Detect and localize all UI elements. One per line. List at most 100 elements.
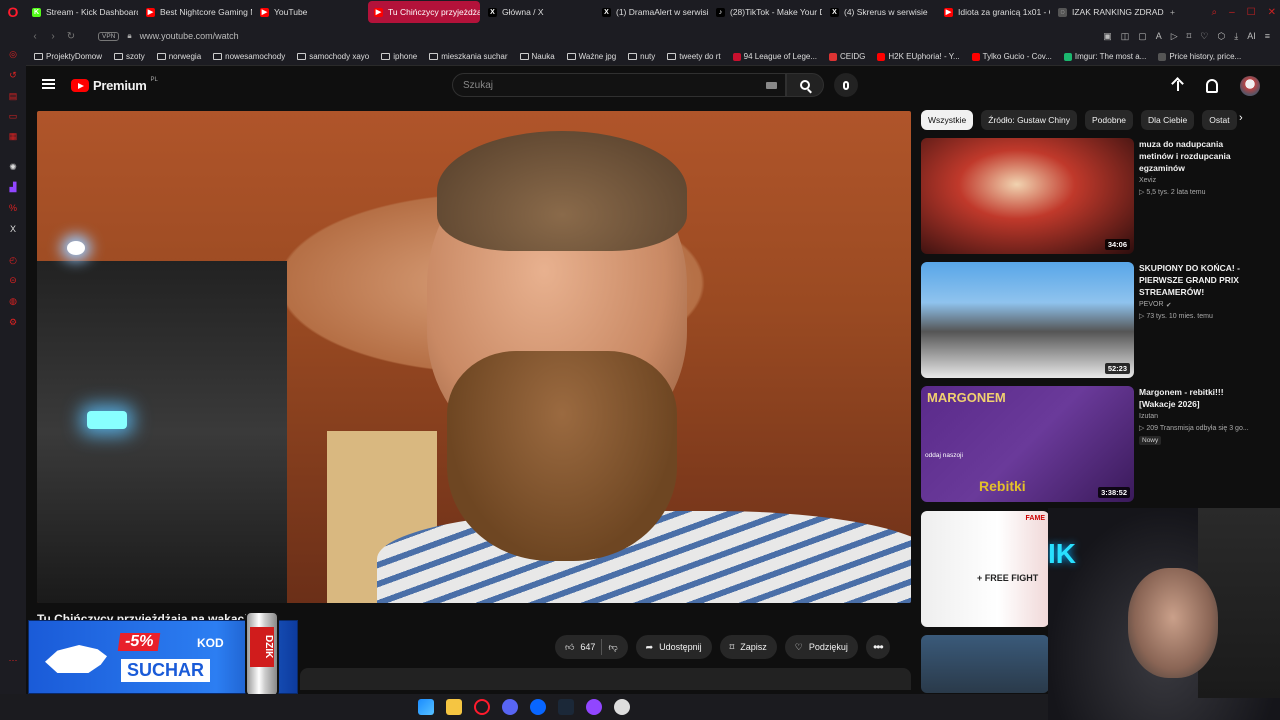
browser-tab[interactable]: K Stream - Kick Dashboard	[26, 1, 138, 23]
search-input[interactable]: Szukaj	[452, 73, 786, 97]
browser-tab[interactable]: ▶ Idiota za granicą 1x01 - C	[938, 1, 1050, 23]
video-thumbnail[interactable]: FAME + FREE FIGHT	[921, 511, 1049, 627]
recommended-video[interactable]: 52:23 SKUPIONY DO KOŃCA! - PIERWSZE GRAND…	[921, 262, 1251, 382]
new-tab-button[interactable]: +	[1164, 1, 1181, 23]
recommended-video[interactable]: 34:06 muza do nadupcania metinów i rozdup…	[921, 138, 1251, 258]
channel-name[interactable]: Xeviz	[1139, 177, 1156, 184]
chevron-right-icon[interactable]: ›	[1239, 112, 1253, 128]
bookmark-item[interactable]: H2K EUphoria! - Y...	[877, 52, 960, 61]
bookmark-item[interactable]: Price history, price...	[1158, 52, 1241, 61]
filter-chip[interactable]: Dla Ciebie	[1141, 110, 1195, 130]
translate-icon[interactable]: A	[1156, 31, 1162, 42]
calendar-icon[interactable]: ▦	[7, 130, 19, 142]
start-menu-icon[interactable]	[418, 699, 434, 715]
filter-chip[interactable]: Podobne	[1084, 110, 1134, 130]
opera-taskbar-icon[interactable]	[474, 699, 490, 715]
search-button[interactable]	[786, 73, 824, 97]
notifications-bell-icon[interactable]	[1206, 79, 1218, 93]
bookmark-item[interactable]: szoty	[114, 52, 145, 61]
bookmark-item[interactable]: nuty	[628, 52, 655, 61]
browser-tab[interactable]: ◌ IZAK RANKING ZDRADZA	[1052, 1, 1164, 23]
like-count[interactable]: 647	[580, 642, 595, 652]
chatgpt-icon[interactable]: ✺	[7, 161, 19, 173]
filter-chip[interactable]: Wszystkie	[921, 110, 974, 130]
chat-icon[interactable]: ◍	[7, 295, 19, 307]
maximize-button[interactable]: ☐	[1247, 7, 1256, 18]
play-icon[interactable]: ▷	[1171, 31, 1178, 42]
file-explorer-icon[interactable]	[446, 699, 462, 715]
snapshot-icon[interactable]: ◫	[1121, 31, 1130, 42]
avatar[interactable]	[1240, 76, 1260, 96]
close-window-button[interactable]: ✕	[1268, 7, 1276, 18]
bookmark-item[interactable]: Tylko Gucio - Cov...	[971, 52, 1052, 61]
chrome-icon[interactable]	[614, 699, 630, 715]
bookmark-item[interactable]: Ważne jpg	[566, 52, 616, 61]
browser-tab[interactable]: X Główna / X	[482, 1, 594, 23]
thanks-button[interactable]: ♡ Podziękuj	[784, 635, 858, 659]
bookmark-item[interactable]: Nauka	[519, 52, 555, 61]
sidebar-more-icon[interactable]: ⋯	[7, 654, 19, 666]
back-icon[interactable]: ‹	[26, 31, 44, 42]
ai-button[interactable]: AI	[1247, 31, 1256, 42]
browser-tab[interactable]: ▶ Best Nightcore Gaming M	[140, 1, 252, 23]
flow-icon[interactable]: ⊝	[7, 274, 19, 286]
video-player[interactable]	[37, 111, 911, 603]
bookmark-item[interactable]: ProjektyDomow	[34, 52, 102, 61]
bookmark-item[interactable]: Imgur: The most a...	[1063, 52, 1146, 61]
tab-icon[interactable]: ▢	[1138, 31, 1147, 42]
minimize-button[interactable]: –	[1229, 7, 1235, 18]
forward-icon[interactable]: ›	[44, 31, 62, 42]
search-tabs-icon[interactable]: ⌕	[1211, 7, 1217, 18]
extensions-icon[interactable]: ⬡	[1217, 31, 1225, 42]
lock-sidebar-icon[interactable]: ▤	[7, 90, 19, 102]
bookmark-item[interactable]: CEIDG	[829, 52, 865, 61]
bookmark-icon[interactable]: ⌑	[1187, 31, 1192, 42]
like-icon[interactable]: 👍︎	[565, 642, 574, 653]
camera-icon[interactable]: ▣	[1103, 31, 1112, 42]
messenger-taskbar-icon[interactable]	[530, 699, 546, 715]
settings-icon[interactable]: ⚙	[7, 316, 19, 328]
download-icon[interactable]: ⤓	[1234, 31, 1238, 42]
bookmark-item[interactable]: 94 League of Lege...	[732, 52, 817, 61]
menu-icon[interactable]: ≡	[1265, 31, 1270, 42]
steam-icon[interactable]	[558, 699, 574, 715]
messenger-icon[interactable]: ◎	[7, 48, 19, 60]
dislike-icon[interactable]: 👎︎	[608, 642, 617, 653]
hamburger-menu-icon[interactable]	[42, 79, 55, 89]
save-button[interactable]: ⌑ Zapisz	[719, 635, 777, 659]
upload-icon[interactable]	[1172, 79, 1184, 93]
bookmark-item[interactable]: norwegia	[156, 52, 201, 61]
opera-logo-icon[interactable]: O	[0, 0, 26, 24]
url-field[interactable]: www.youtube.com/watch	[140, 31, 239, 41]
recommended-video-title[interactable]: Margonem - rebitki!!! [Wakacje 2026]	[1139, 386, 1257, 410]
browser-tab[interactable]: X (1) DramaAlert w serwisie	[596, 1, 708, 23]
share-button[interactable]: ➦ Udostępnij	[635, 635, 712, 659]
keyboard-icon[interactable]	[766, 82, 777, 89]
percent-icon[interactable]: %	[7, 202, 19, 214]
bookmark-item[interactable]: iphone	[381, 52, 417, 61]
filter-chip[interactable]: Ostat	[1202, 110, 1237, 130]
x-icon[interactable]: X	[7, 223, 19, 235]
browser-tab[interactable]: ♪ (28)TikTok - Make Your D	[710, 1, 822, 23]
channel-name[interactable]: Izutan	[1139, 413, 1158, 420]
discord-icon[interactable]	[502, 699, 518, 715]
obs-icon[interactable]	[586, 699, 602, 715]
recommended-video[interactable]: MARGONEM Rebitki oddaj naszoji 3:38:52 Margo…	[921, 386, 1251, 506]
heart-icon[interactable]: ♡	[1200, 31, 1208, 42]
wallet-icon[interactable]: ▭	[7, 110, 19, 122]
twitch-icon[interactable]: ▟	[7, 181, 19, 193]
recommended-video-title[interactable]: SKUPIONY DO KOŃCA! - PIERWSZE GRAND PRIX…	[1139, 262, 1257, 298]
browser-tab[interactable]: ▶ Tu Chińczycy przyjeżdżają	[368, 1, 480, 23]
browser-tab[interactable]: X (4) Skrerus w serwisie	[824, 1, 936, 23]
bookmark-item[interactable]: mieszkania suchar	[429, 52, 508, 61]
bookmark-item[interactable]: tweety do rt	[667, 52, 721, 61]
bookmark-item[interactable]: samochody xayo	[297, 52, 369, 61]
video-thumbnail[interactable]: 34:06	[921, 138, 1134, 254]
video-thumbnail[interactable]: MARGONEM Rebitki oddaj naszoji 3:38:52	[921, 386, 1134, 502]
history-icon[interactable]: ↺	[7, 69, 19, 81]
video-thumbnail[interactable]: 52:23	[921, 262, 1134, 378]
voice-search-button[interactable]	[834, 73, 858, 97]
clock-icon[interactable]: ◴	[7, 254, 19, 266]
youtube-logo[interactable]: Premium PL	[71, 77, 158, 93]
recommended-video-title[interactable]: muza do nadupcania metinów i rozdupcania…	[1139, 138, 1257, 174]
